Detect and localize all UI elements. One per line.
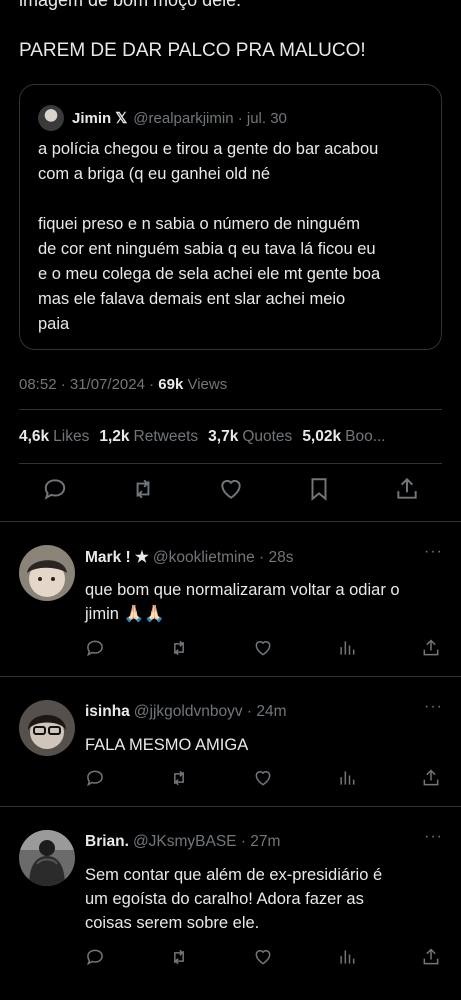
reply-icon bbox=[87, 640, 103, 657]
reply-header: isinha @jjkgoldvnboyv · 24m bbox=[85, 703, 287, 721]
reply-button[interactable] bbox=[85, 947, 105, 972]
reply-icon bbox=[87, 770, 103, 787]
retweet-icon bbox=[136, 479, 150, 499]
share-button[interactable] bbox=[421, 947, 441, 972]
avatar-image bbox=[19, 830, 75, 886]
more-options-icon[interactable]: ··· bbox=[424, 828, 443, 846]
reply-button[interactable] bbox=[42, 476, 68, 507]
share-button[interactable] bbox=[394, 476, 420, 507]
likes-label: Likes bbox=[53, 428, 90, 445]
quotes-label: Quotes bbox=[242, 428, 293, 445]
retweet-button[interactable] bbox=[169, 768, 189, 793]
reply-text: que bom que normalizaram voltar a odiar … bbox=[85, 581, 400, 623]
share-icon bbox=[423, 769, 439, 786]
reply-author-name[interactable]: isinha bbox=[85, 703, 130, 720]
share-icon bbox=[423, 948, 439, 965]
retweet-button[interactable] bbox=[130, 476, 156, 507]
engagement-stats: 4,6k Likes 1,2k Retweets 3,7k Quotes 5,02k B… bbox=[19, 428, 386, 446]
bookmarks-stat[interactable]: 5,02k Boo... bbox=[302, 428, 385, 446]
divider bbox=[0, 521, 461, 522]
x-verified-icon: 𝕏 bbox=[115, 110, 128, 127]
reply-author-handle: @jjkgoldvnboyv · 24m bbox=[133, 703, 287, 720]
heart-icon bbox=[255, 771, 271, 786]
heart-icon bbox=[255, 950, 271, 965]
share-button[interactable] bbox=[421, 768, 441, 793]
reply-tweet[interactable]: Brian. @JKsmyBASE · 27m ··· Sem contar qu… bbox=[0, 828, 461, 980]
reply-actions bbox=[85, 947, 441, 972]
reply-header: Brian. @JKsmyBASE · 27m bbox=[85, 833, 280, 851]
reply-author-handle: @kooklietmine · 28s bbox=[152, 549, 294, 566]
divider bbox=[19, 409, 442, 410]
retweets-label: Retweets bbox=[133, 428, 199, 445]
reply-icon bbox=[87, 949, 103, 966]
more-options-icon[interactable]: ··· bbox=[424, 698, 443, 716]
analytics-icon bbox=[340, 950, 355, 964]
tweet-text-partial: imagem de bom moço dele. bbox=[19, 0, 242, 10]
avatar[interactable] bbox=[19, 700, 75, 756]
retweet-icon bbox=[174, 640, 184, 656]
bookmarks-label: Boo... bbox=[345, 428, 386, 445]
bookmarks-count: 5,02k bbox=[302, 428, 342, 445]
analytics-icon bbox=[340, 771, 355, 785]
quotes-stat[interactable]: 3,7k Quotes bbox=[208, 428, 292, 446]
heart-icon bbox=[221, 479, 241, 499]
tweet-timestamp[interactable]: 08:52 · 31/07/2024 · bbox=[19, 376, 158, 393]
retweet-button[interactable] bbox=[169, 947, 189, 972]
views-label: Views bbox=[183, 376, 228, 393]
retweets-count: 1,2k bbox=[99, 428, 130, 445]
reply-tweet[interactable]: Mark ! ★ @kooklietmine · 28s ··· que bom … bbox=[0, 543, 461, 665]
share-icon bbox=[397, 477, 417, 499]
retweets-stat[interactable]: 1,2k Retweets bbox=[99, 428, 198, 446]
reply-author-handle: @JKsmyBASE · 27m bbox=[132, 833, 281, 850]
share-icon bbox=[423, 639, 439, 656]
reply-actions bbox=[85, 638, 441, 663]
analytics-button[interactable] bbox=[337, 638, 357, 663]
reply-text: Sem contar que além de ex-presidiário é … bbox=[85, 866, 383, 932]
more-options-icon[interactable]: ··· bbox=[424, 543, 443, 561]
likes-count: 4,6k bbox=[19, 428, 50, 445]
reply-header: Mark ! ★ @kooklietmine · 28s bbox=[85, 548, 294, 567]
retweet-icon bbox=[174, 949, 184, 965]
reply-button[interactable] bbox=[85, 638, 105, 663]
analytics-icon bbox=[340, 641, 355, 655]
quoted-tweet[interactable]: Jimin 𝕏 @realparkjimin · jul. 30 a políc… bbox=[19, 84, 442, 350]
avatar-image bbox=[19, 700, 75, 756]
reply-icon bbox=[44, 479, 66, 500]
views-count: 69k bbox=[158, 376, 184, 393]
quoted-author-name[interactable]: Jimin bbox=[72, 110, 111, 127]
avatar[interactable] bbox=[38, 105, 64, 131]
share-button[interactable] bbox=[421, 638, 441, 663]
tweet-text: PAREM DE DAR PALCO PRA MALUCO! bbox=[19, 40, 366, 61]
tweet-meta: 08:52 · 31/07/2024 · 69k Views bbox=[19, 376, 227, 393]
retweet-icon bbox=[174, 770, 184, 786]
analytics-button[interactable] bbox=[337, 768, 357, 793]
divider bbox=[0, 676, 461, 677]
likes-stat[interactable]: 4,6k Likes bbox=[19, 428, 89, 446]
avatar[interactable] bbox=[19, 830, 75, 886]
reply-button[interactable] bbox=[85, 768, 105, 793]
reply-author-name[interactable]: Mark ! ★ bbox=[85, 549, 149, 566]
bookmark-icon bbox=[311, 478, 327, 501]
quoted-tweet-header: Jimin 𝕏 @realparkjimin · jul. 30 bbox=[38, 105, 287, 131]
divider bbox=[19, 463, 442, 464]
divider bbox=[0, 806, 461, 807]
avatar[interactable] bbox=[19, 545, 75, 601]
heart-icon bbox=[255, 641, 271, 656]
like-button[interactable] bbox=[253, 768, 273, 793]
retweet-button[interactable] bbox=[169, 638, 189, 663]
quoted-author-handle: @realparkjimin · jul. 30 bbox=[133, 109, 287, 127]
tweet-actions bbox=[42, 476, 420, 507]
quoted-tweet-text: a polícia chegou e tirou a gente do bar … bbox=[38, 140, 381, 333]
like-button[interactable] bbox=[253, 947, 273, 972]
like-button[interactable] bbox=[253, 638, 273, 663]
quotes-count: 3,7k bbox=[208, 428, 239, 445]
analytics-button[interactable] bbox=[337, 947, 357, 972]
like-button[interactable] bbox=[218, 476, 244, 507]
reply-tweet[interactable]: isinha @jjkgoldvnboyv · 24m ··· FALA MESM… bbox=[0, 698, 461, 800]
bookmark-button[interactable] bbox=[306, 476, 332, 507]
reply-actions bbox=[85, 768, 441, 793]
avatar-image bbox=[19, 545, 75, 601]
reply-author-name[interactable]: Brian. bbox=[85, 833, 129, 850]
reply-text: FALA MESMO AMIGA bbox=[85, 736, 249, 754]
